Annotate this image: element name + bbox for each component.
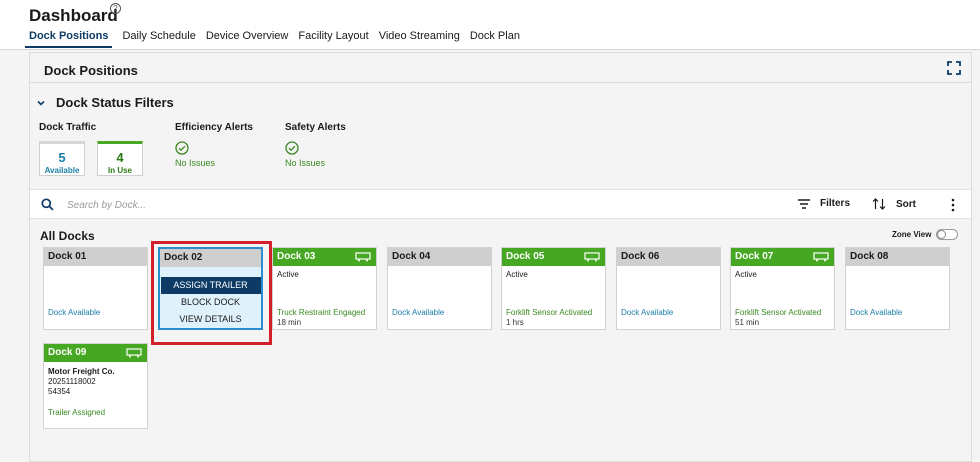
dock-name: Dock 05: [506, 251, 545, 262]
tab-dock-positions[interactable]: Dock Positions: [25, 30, 113, 48]
filters-title: Dock Status Filters: [56, 95, 174, 110]
trailer-icon: [126, 348, 142, 358]
tab-facility-layout[interactable]: Facility Layout: [298, 30, 368, 48]
top-bar: Dashboard ? Dock Positions Daily Schedul…: [0, 0, 980, 50]
panel-header: Dock Positions: [30, 53, 971, 83]
dock-status: Dock Available: [48, 308, 101, 317]
dock-status: Forklift Sensor Activated: [735, 308, 822, 317]
dock-reference: 20251118002: [48, 377, 96, 386]
sort-icon: [872, 198, 886, 210]
all-docks-heading: All Docks: [40, 229, 95, 243]
dock-name: Dock 08: [846, 248, 949, 266]
dock-name: Dock 03: [277, 251, 316, 262]
tab-video-streaming[interactable]: Video Streaming: [379, 30, 460, 48]
dock-status: Dock Available: [850, 308, 903, 317]
search-toolbar: Filters Sort: [30, 189, 971, 219]
zone-view-toggle[interactable]: [936, 229, 959, 240]
dock-name: Dock 01: [44, 248, 147, 266]
zone-view-control: Zone View: [892, 229, 959, 240]
dock-line: Active: [735, 270, 757, 279]
divider: [0, 49, 980, 50]
dock-positions-panel: Dock Positions Dock Status Filters Dock …: [29, 52, 972, 462]
dock-card[interactable]: Dock 09 Motor Freight Co. 20251118002 54…: [43, 343, 148, 429]
dock-name: Dock 02: [160, 249, 261, 267]
dock-status: Dock Available: [392, 308, 445, 317]
available-filter-button[interactable]: 5 Available: [39, 141, 85, 176]
help-icon[interactable]: ?: [110, 3, 121, 14]
available-count: 5: [58, 150, 66, 165]
dock-name: Dock 06: [617, 248, 720, 266]
dock-card[interactable]: Dock 06 Dock Available: [616, 247, 721, 330]
dock-header: Dock 09: [44, 344, 147, 362]
block-dock-button[interactable]: BLOCK DOCK: [161, 294, 261, 311]
dock-card[interactable]: Dock 08 Dock Available: [845, 247, 950, 330]
filters-button[interactable]: Filters: [798, 198, 850, 209]
filter-icon: [798, 198, 810, 209]
dock-status: Dock Available: [621, 308, 674, 317]
dock-card-selected[interactable]: Dock 02 ASSIGN TRAILER BLOCK DOCK VIEW D…: [158, 247, 263, 330]
toggle-knob: [937, 230, 947, 239]
assign-trailer-button[interactable]: ASSIGN TRAILER: [160, 277, 261, 294]
in-use-label: In Use: [107, 166, 132, 175]
dock-duration: 1 hrs: [506, 318, 524, 327]
dock-action-menu: ASSIGN TRAILER BLOCK DOCK VIEW DETAILS: [160, 267, 261, 328]
dock-card[interactable]: Dock 03 Active Truck Restraint Engaged 1…: [272, 247, 377, 330]
search-input[interactable]: [67, 196, 367, 214]
sort-button-label: Sort: [896, 198, 916, 210]
dock-card[interactable]: Dock 05 Active Forklift Sensor Activated…: [501, 247, 606, 330]
view-details-button[interactable]: VIEW DETAILS: [161, 311, 261, 328]
check-circle-icon: [175, 141, 189, 155]
dock-card[interactable]: Dock 04 Dock Available: [387, 247, 492, 330]
check-circle-icon: [285, 141, 299, 155]
dock-duration: 51 min: [735, 318, 760, 327]
in-use-filter-button[interactable]: 4 In Use: [97, 141, 143, 176]
dock-duration: 18 min: [277, 318, 302, 327]
dock-area: Filters Sort All Docks Zone View Dock 01…: [30, 189, 971, 461]
dock-card[interactable]: Dock 01 Dock Available: [43, 247, 148, 330]
panel-title: Dock Positions: [44, 63, 138, 78]
dock-status: Trailer Assigned: [48, 408, 106, 417]
efficiency-alerts-label: Efficiency Alerts: [175, 122, 253, 133]
safety-alerts-label: Safety Alerts: [285, 122, 346, 133]
dock-card[interactable]: Dock 07 Active Forklift Sensor Activated…: [730, 247, 835, 330]
dock-header: Dock 03: [273, 248, 376, 266]
dock-traffic-label: Dock Traffic: [39, 122, 97, 133]
trailer-icon: [584, 252, 600, 262]
sort-button[interactable]: Sort: [872, 198, 916, 210]
dock-status: Forklift Sensor Activated: [506, 308, 593, 317]
dock-name: Dock 09: [48, 347, 87, 358]
chevron-down-icon: [37, 100, 45, 106]
filters-toggle[interactable]: Dock Status Filters: [36, 95, 174, 110]
dock-details: Motor Freight Co. 20251118002 54354: [44, 362, 147, 401]
zone-view-label: Zone View: [892, 230, 932, 239]
tab-device-overview[interactable]: Device Overview: [206, 30, 289, 48]
search-icon: [41, 198, 54, 211]
dock-name: Dock 04: [388, 248, 491, 266]
available-label: Available: [44, 166, 80, 175]
dock-header: Dock 07: [731, 248, 834, 266]
in-use-count: 4: [116, 150, 124, 165]
dock-status: Truck Restraint Engaged: [277, 308, 366, 317]
trailer-icon: [355, 252, 371, 262]
safety-status: No Issues: [285, 158, 326, 168]
tab-dock-plan[interactable]: Dock Plan: [470, 30, 520, 48]
page-title: Dashboard: [29, 6, 118, 25]
efficiency-status: No Issues: [175, 158, 216, 168]
filters-button-label: Filters: [820, 198, 851, 209]
dock-line: Active: [506, 270, 528, 279]
dock-trailer-number: 54354: [48, 387, 71, 396]
dock-carrier: Motor Freight Co.: [48, 367, 115, 376]
trailer-icon: [813, 252, 829, 262]
dock-header: Dock 05: [502, 248, 605, 266]
dock-line: Active: [277, 270, 299, 279]
tab-bar: Dock Positions Daily Schedule Device Ove…: [25, 30, 530, 48]
dock-name: Dock 07: [735, 251, 774, 262]
fullscreen-icon[interactable]: [947, 61, 961, 75]
more-options-icon[interactable]: [948, 198, 958, 212]
tab-daily-schedule[interactable]: Daily Schedule: [122, 30, 195, 48]
